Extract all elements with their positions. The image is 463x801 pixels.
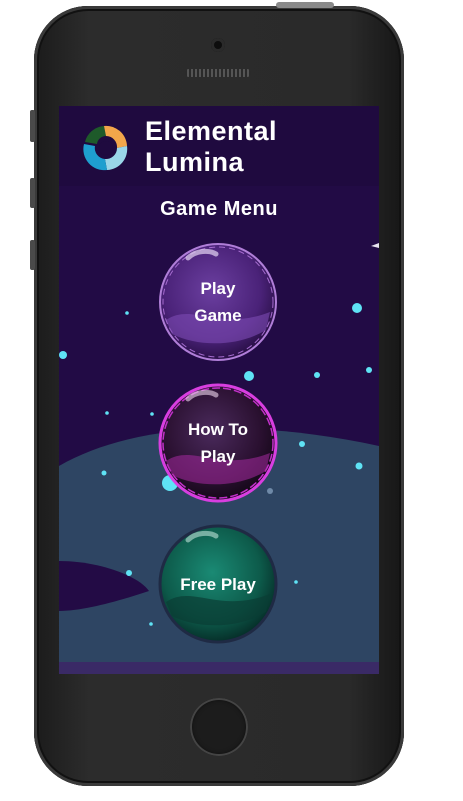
app-screen: Elemental Lumina Game Menu Play Game How… <box>59 106 379 674</box>
app-title: Elemental Lumina <box>145 116 278 177</box>
free-play-label: Free Play <box>180 574 256 594</box>
volume-up-button <box>30 178 35 208</box>
power-button <box>276 2 334 8</box>
play-game-label: Play Game <box>194 279 242 325</box>
play-game-button[interactable]: Play Game <box>158 242 278 362</box>
camera-icon <box>211 38 225 52</box>
menu-title: Game Menu <box>160 198 278 220</box>
free-play-button[interactable]: Free Play <box>158 524 278 644</box>
how-to-play-button[interactable]: How To Play <box>158 383 278 503</box>
home-button[interactable] <box>190 698 248 756</box>
volume-down-button <box>30 240 35 270</box>
app-logo-icon <box>83 125 128 171</box>
comet-streak <box>371 243 379 248</box>
speaker-grille <box>185 69 251 77</box>
app-header: Elemental Lumina <box>59 106 379 186</box>
bottom-bar <box>59 662 379 674</box>
how-to-play-label: How To Play <box>187 420 249 466</box>
mute-switch <box>30 110 35 142</box>
